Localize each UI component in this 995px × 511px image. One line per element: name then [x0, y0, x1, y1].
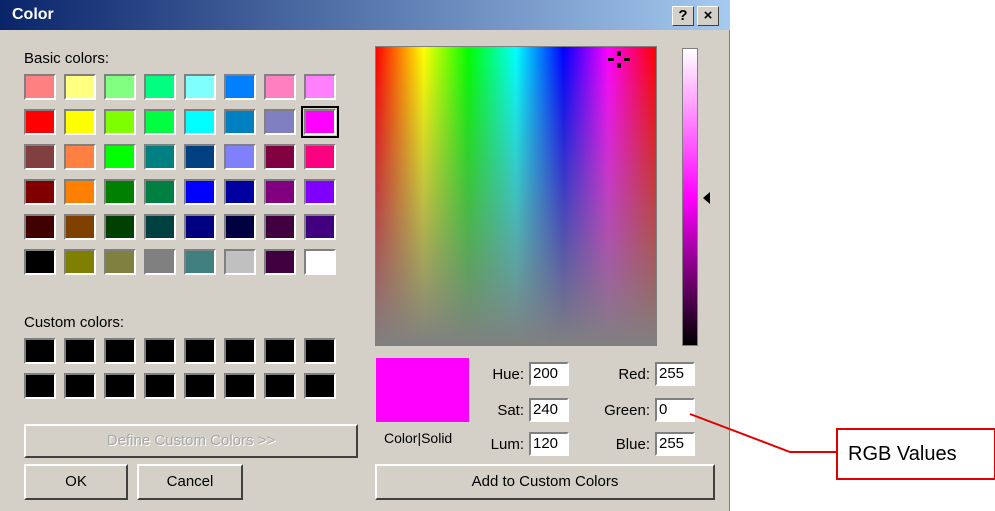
rgb-values-callout: RGB Values	[836, 428, 995, 480]
